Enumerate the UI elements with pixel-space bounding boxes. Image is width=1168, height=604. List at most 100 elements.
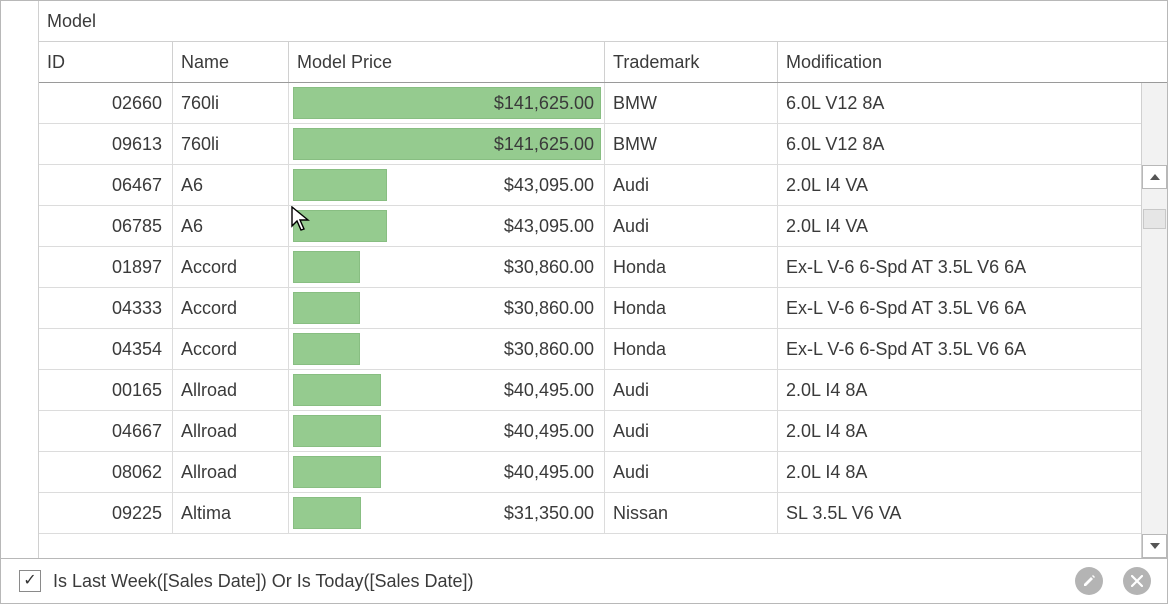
cell-modification[interactable]: 2.0L I4 8A xyxy=(778,411,1141,451)
cell-price[interactable]: $40,495.00 xyxy=(289,411,605,451)
cell-price[interactable]: $40,495.00 xyxy=(289,370,605,410)
cell-price[interactable]: $40,495.00 xyxy=(289,452,605,492)
cell-name[interactable]: Allroad xyxy=(173,411,289,451)
cell-name[interactable]: Accord xyxy=(173,329,289,369)
cell-trademark[interactable]: BMW xyxy=(605,124,778,164)
cell-name[interactable]: Accord xyxy=(173,247,289,287)
table-row[interactable]: 06785A6 $43,095.00Audi2.0L I4 VA xyxy=(39,206,1141,247)
cell-price[interactable]: $30,860.00 xyxy=(289,288,605,328)
scrollbar-spacer xyxy=(1142,83,1167,165)
price-text: $40,495.00 xyxy=(504,421,600,442)
cell-name[interactable]: 760li xyxy=(173,83,289,123)
cell-trademark[interactable]: Honda xyxy=(605,247,778,287)
cell-price[interactable]: $43,095.00 xyxy=(289,206,605,246)
cell-id[interactable]: 04333 xyxy=(39,288,173,328)
cell-trademark[interactable]: BMW xyxy=(605,83,778,123)
cell-id[interactable]: 06467 xyxy=(39,165,173,205)
band-label: Model xyxy=(47,11,96,32)
scroll-track[interactable] xyxy=(1142,189,1167,534)
column-header-row: ID Name Model Price Trademark Modificati… xyxy=(39,42,1167,83)
column-header-modification[interactable]: Modification xyxy=(778,42,1167,82)
price-text: $30,860.00 xyxy=(504,257,600,278)
table-row[interactable]: 08062Allroad$40,495.00Audi2.0L I4 8A xyxy=(39,452,1141,493)
table-row[interactable]: 09225Altima$31,350.00NissanSL 3.5L V6 VA xyxy=(39,493,1141,534)
price-text: $43,095.00 xyxy=(504,175,600,196)
filter-bar: ✓ Is Last Week([Sales Date]) Or Is Today… xyxy=(1,559,1167,603)
filter-enabled-checkbox[interactable]: ✓ xyxy=(19,570,41,592)
cell-id[interactable]: 09613 xyxy=(39,124,173,164)
table-row[interactable]: 01897Accord $30,860.00HondaEx-L V-6 6-Spd… xyxy=(39,247,1141,288)
table-row[interactable]: 04333Accord $30,860.00HondaEx-L V-6 6-Spd… xyxy=(39,288,1141,329)
cell-id[interactable]: 00165 xyxy=(39,370,173,410)
vertical-scrollbar[interactable] xyxy=(1141,83,1167,558)
edit-filter-button[interactable] xyxy=(1075,567,1103,595)
cell-name[interactable]: Accord xyxy=(173,288,289,328)
cell-trademark[interactable]: Nissan xyxy=(605,493,778,533)
price-text: $43,095.00 xyxy=(504,216,600,237)
cell-name[interactable]: A6 xyxy=(173,206,289,246)
price-text: $141,625.00 xyxy=(494,134,600,155)
cell-trademark[interactable]: Honda xyxy=(605,288,778,328)
cell-modification[interactable]: Ex-L V-6 6-Spd AT 3.5L V6 6A xyxy=(778,329,1141,369)
cell-modification[interactable]: 2.0L I4 VA xyxy=(778,165,1141,205)
cell-id[interactable]: 06785 xyxy=(39,206,173,246)
cell-modification[interactable]: Ex-L V-6 6-Spd AT 3.5L V6 6A xyxy=(778,247,1141,287)
price-text: $30,860.00 xyxy=(504,298,600,319)
cell-trademark[interactable]: Audi xyxy=(605,452,778,492)
cell-name[interactable]: Allroad xyxy=(173,370,289,410)
price-bar xyxy=(293,169,387,201)
cell-modification[interactable]: 2.0L I4 VA xyxy=(778,206,1141,246)
column-header-id[interactable]: ID xyxy=(39,42,173,82)
column-header-price[interactable]: Model Price xyxy=(289,42,605,82)
grid-window: Model ID Name Model Price Trademark Modi… xyxy=(0,0,1168,604)
chevron-down-icon xyxy=(1150,543,1160,549)
cell-name[interactable]: 760li xyxy=(173,124,289,164)
column-header-name[interactable]: Name xyxy=(173,42,289,82)
clear-filter-button[interactable] xyxy=(1123,567,1151,595)
cell-price[interactable]: $141,625.00 xyxy=(289,124,605,164)
table-row[interactable]: 09613760li $141,625.00BMW6.0L V12 8A xyxy=(39,124,1141,165)
cell-trademark[interactable]: Audi xyxy=(605,165,778,205)
scroll-down-button[interactable] xyxy=(1142,534,1167,558)
cell-modification[interactable]: 6.0L V12 8A xyxy=(778,124,1141,164)
cell-name[interactable]: A6 xyxy=(173,165,289,205)
scroll-up-button[interactable] xyxy=(1142,165,1167,189)
grid-area: Model ID Name Model Price Trademark Modi… xyxy=(1,1,1167,559)
cell-id[interactable]: 09225 xyxy=(39,493,173,533)
table-row[interactable]: 06467A6 $43,095.00Audi2.0L I4 VA xyxy=(39,165,1141,206)
cell-id[interactable]: 08062 xyxy=(39,452,173,492)
cell-modification[interactable]: SL 3.5L V6 VA xyxy=(778,493,1141,533)
cell-modification[interactable]: Ex-L V-6 6-Spd AT 3.5L V6 6A xyxy=(778,288,1141,328)
cell-price[interactable]: $31,350.00 xyxy=(289,493,605,533)
table-row[interactable]: 02660760li$141,625.00BMW6.0L V12 8A xyxy=(39,83,1141,124)
table-row[interactable]: 00165Allroad$40,495.00Audi2.0L I4 8A xyxy=(39,370,1141,411)
cell-id[interactable]: 04667 xyxy=(39,411,173,451)
cell-trademark[interactable]: Audi xyxy=(605,206,778,246)
scroll-thumb[interactable] xyxy=(1143,209,1166,229)
check-icon: ✓ xyxy=(23,573,36,589)
cell-price[interactable]: $43,095.00 xyxy=(289,165,605,205)
cell-name[interactable]: Allroad xyxy=(173,452,289,492)
column-header-trademark[interactable]: Trademark xyxy=(605,42,778,82)
cell-modification[interactable]: 2.0L I4 8A xyxy=(778,452,1141,492)
price-bar xyxy=(293,456,381,488)
cell-id[interactable]: 01897 xyxy=(39,247,173,287)
cell-trademark[interactable]: Audi xyxy=(605,411,778,451)
band-header[interactable]: Model xyxy=(39,1,1167,42)
cell-price[interactable]: $30,860.00 xyxy=(289,247,605,287)
cell-price[interactable]: $30,860.00 xyxy=(289,329,605,369)
price-bar xyxy=(293,374,381,406)
cell-modification[interactable]: 6.0L V12 8A xyxy=(778,83,1141,123)
price-text: $30,860.00 xyxy=(504,339,600,360)
row-indicator-gutter xyxy=(1,1,39,558)
cell-trademark[interactable]: Honda xyxy=(605,329,778,369)
table-row[interactable]: 04667Allroad $40,495.00Audi2.0L I4 8A xyxy=(39,411,1141,452)
rows-container: 02660760li$141,625.00BMW6.0L V12 8A09613… xyxy=(39,83,1141,558)
cell-price[interactable]: $141,625.00 xyxy=(289,83,605,123)
cell-modification[interactable]: 2.0L I4 8A xyxy=(778,370,1141,410)
cell-id[interactable]: 02660 xyxy=(39,83,173,123)
table-row[interactable]: 04354Accord $30,860.00HondaEx-L V-6 6-Spd… xyxy=(39,329,1141,370)
cell-id[interactable]: 04354 xyxy=(39,329,173,369)
cell-name[interactable]: Altima xyxy=(173,493,289,533)
cell-trademark[interactable]: Audi xyxy=(605,370,778,410)
